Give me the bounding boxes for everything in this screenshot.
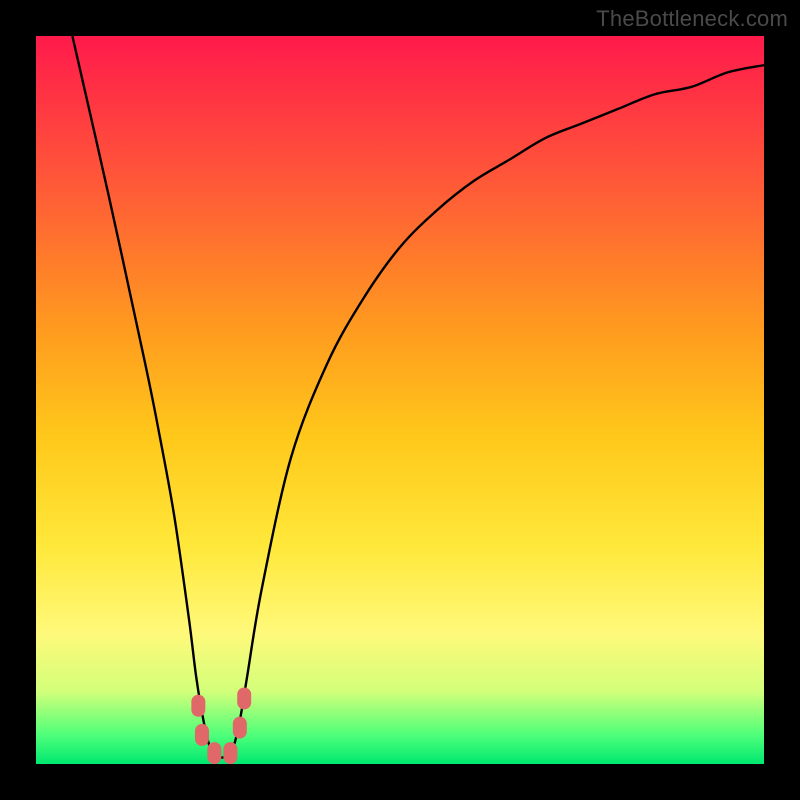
watermark-text: TheBottleneck.com <box>596 6 788 32</box>
chart-frame: TheBottleneck.com <box>0 0 800 800</box>
gradient-background <box>36 36 764 764</box>
plot-area <box>36 36 764 764</box>
